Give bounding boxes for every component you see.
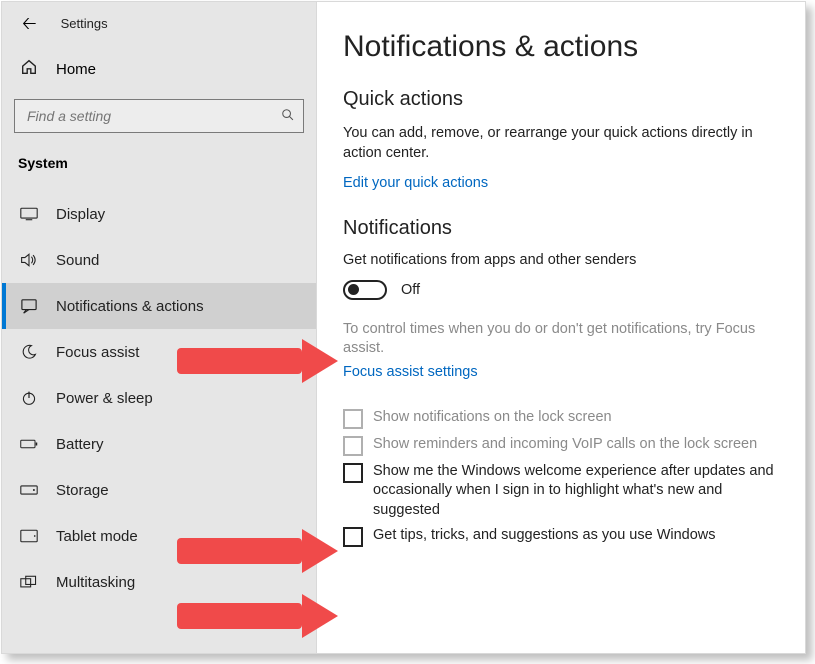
chk-welcome-experience: Show me the Windows welcome experience a… xyxy=(343,462,777,521)
sidebar-item-label: Multitasking xyxy=(56,574,135,591)
window-title: Settings xyxy=(61,16,108,31)
sidebar-home-label: Home xyxy=(56,61,96,78)
focus-assist-link[interactable]: Focus assist settings xyxy=(343,364,478,380)
back-icon[interactable]: 🡠 xyxy=(22,14,37,32)
sidebar-item-notifications[interactable]: Notifications & actions xyxy=(2,283,316,329)
settings-window: 🡠 Settings Home System Display xyxy=(1,1,806,654)
sidebar-item-label: Notifications & actions xyxy=(56,298,204,315)
chk-tips-tricks: Get tips, tricks, and suggestions as you… xyxy=(343,526,777,547)
chk-label: Show notifications on the lock screen xyxy=(373,408,612,428)
storage-icon xyxy=(20,481,38,499)
sidebar-item-label: Storage xyxy=(56,482,109,499)
checkbox-lock-screen xyxy=(343,409,363,429)
chk-label: Show me the Windows welcome experience a… xyxy=(373,462,777,521)
sound-icon xyxy=(20,251,38,269)
chk-label: Get tips, tricks, and suggestions as you… xyxy=(373,526,716,546)
sidebar-item-label: Power & sleep xyxy=(56,390,153,407)
power-icon xyxy=(20,389,38,407)
notifications-icon xyxy=(20,297,38,315)
checkbox-welcome-experience[interactable] xyxy=(343,463,363,483)
sidebar-nav: Display Sound Notifications & actions Fo… xyxy=(2,191,316,605)
sidebar: 🡠 Settings Home System Display xyxy=(2,2,317,653)
quick-actions-heading: Quick actions xyxy=(343,88,777,111)
sidebar-item-sound[interactable]: Sound xyxy=(2,237,316,283)
notifications-get-from: Get notifications from apps and other se… xyxy=(343,252,777,268)
moon-icon xyxy=(20,343,38,361)
chk-voip: Show reminders and incoming VoIP calls o… xyxy=(343,435,777,456)
sidebar-item-label: Battery xyxy=(56,436,104,453)
sidebar-item-storage[interactable]: Storage xyxy=(2,467,316,513)
search-box[interactable] xyxy=(14,99,304,133)
multitasking-icon xyxy=(20,573,38,591)
search-icon xyxy=(281,108,295,125)
sidebar-item-multitasking[interactable]: Multitasking xyxy=(2,559,316,605)
focus-assist-help: To control times when you do or don't ge… xyxy=(343,320,777,359)
edit-quick-actions-link[interactable]: Edit your quick actions xyxy=(343,175,488,191)
sidebar-item-tablet-mode[interactable]: Tablet mode xyxy=(2,513,316,559)
search-input[interactable] xyxy=(25,107,281,125)
titlebar: 🡠 Settings xyxy=(2,2,316,44)
checkbox-tips-tricks[interactable] xyxy=(343,527,363,547)
quick-actions-desc: You can add, remove, or rearrange your q… xyxy=(343,123,777,164)
checkbox-voip xyxy=(343,436,363,456)
notifications-toggle[interactable] xyxy=(343,280,387,300)
sidebar-group-label: System xyxy=(2,149,316,191)
sidebar-item-display[interactable]: Display xyxy=(2,191,316,237)
sidebar-home[interactable]: Home xyxy=(2,44,316,95)
notifications-toggle-row: Off xyxy=(343,280,777,300)
sidebar-item-label: Sound xyxy=(56,252,99,269)
display-icon xyxy=(20,205,38,223)
sidebar-item-battery[interactable]: Battery xyxy=(2,421,316,467)
sidebar-item-focus-assist[interactable]: Focus assist xyxy=(2,329,316,375)
tablet-icon xyxy=(20,527,38,545)
sidebar-item-label: Tablet mode xyxy=(56,528,138,545)
page-title: Notifications & actions xyxy=(343,30,777,64)
sidebar-item-label: Display xyxy=(56,206,105,223)
battery-icon xyxy=(20,435,38,453)
main-content: Notifications & actions Quick actions Yo… xyxy=(317,2,805,653)
home-icon xyxy=(20,58,38,81)
chk-lock-screen: Show notifications on the lock screen xyxy=(343,408,777,429)
notifications-toggle-state: Off xyxy=(401,282,420,298)
sidebar-item-label: Focus assist xyxy=(56,344,139,361)
chk-label: Show reminders and incoming VoIP calls o… xyxy=(373,435,757,455)
notifications-heading: Notifications xyxy=(343,217,777,240)
sidebar-item-power-sleep[interactable]: Power & sleep xyxy=(2,375,316,421)
